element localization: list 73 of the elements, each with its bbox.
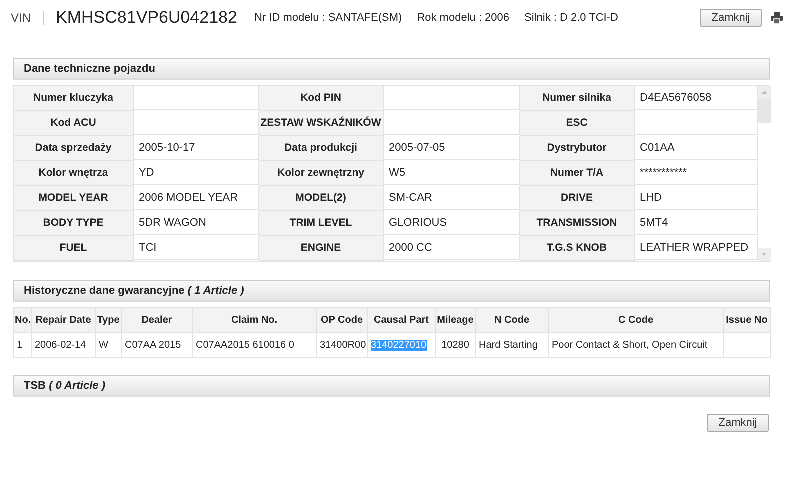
field-value: 5MT4	[635, 211, 758, 235]
field-value: ***********	[635, 161, 758, 185]
field-label: MODEL(2)	[259, 186, 384, 211]
field-value: D4EA5676058	[635, 86, 758, 110]
field-value: TCI	[134, 236, 259, 260]
field-value: YD	[134, 161, 259, 185]
column-header: Type	[96, 308, 122, 332]
field-label: Kolor zewnętrzny	[259, 161, 384, 186]
column-header: Dealer	[122, 308, 192, 332]
field-label: Dystrybutor	[520, 136, 635, 161]
column-header: OP Code	[316, 308, 368, 332]
field-value: SM-CAR	[384, 186, 520, 210]
section-title: Historyczne dane gwarancyjne ( 1 Article )	[24, 284, 244, 296]
field-label: Kolor wnętrza	[14, 161, 134, 186]
engine-info: Silnik : D 2.0 TCI-D	[524, 12, 618, 24]
field-label: BODY TYPE	[14, 211, 134, 236]
table-cell: 31400R00	[316, 332, 368, 358]
field-label: TRANSMISSION	[520, 211, 635, 236]
field-label: Kod PIN	[259, 86, 384, 111]
column-header: Causal Part	[368, 308, 436, 332]
field-value: 2000 CC	[384, 236, 520, 260]
table-cell: W	[96, 332, 122, 358]
section-title: Dane techniczne pojazdu	[24, 62, 156, 74]
field-label: Numer T/A	[520, 161, 635, 186]
field-label: DRIVE	[520, 186, 635, 211]
table-cell: C07AA2015 610016 0	[192, 332, 316, 358]
scroll-thumb[interactable]	[758, 99, 771, 123]
close-button[interactable]: Zamknij	[707, 414, 769, 432]
table-cell: 3140227010	[368, 332, 436, 358]
field-value: C01AA	[635, 136, 758, 160]
scroll-down-icon[interactable]	[758, 248, 771, 261]
column-header: Mileage	[436, 308, 476, 332]
field-value: W5	[384, 161, 520, 185]
scroll-up-icon[interactable]	[758, 86, 771, 99]
field-label: ENGINE	[259, 236, 384, 261]
field-label: ESC	[520, 111, 635, 136]
field-value: 2006 MODEL YEAR	[134, 186, 259, 210]
table-cell: Poor Contact & Short, Open Circuit	[548, 332, 724, 358]
field-value: 2005-10-17	[134, 136, 259, 160]
field-label: Data sprzedaży	[14, 136, 134, 161]
field-label: ZESTAW WSKAŹNIKÓW	[259, 111, 384, 136]
field-value: 5DR WAGON	[134, 211, 259, 235]
field-value: LHD	[635, 186, 758, 210]
model-id: Nr ID modelu : SANTAFE(SM)	[254, 12, 402, 24]
vin-number: KMHSC81VP6U042182	[56, 8, 238, 28]
field-label: TRIM LEVEL	[259, 211, 384, 236]
table-cell: 10280	[436, 332, 476, 358]
field-label: Kod ACU	[14, 111, 134, 136]
field-value: 2005-07-05	[384, 136, 520, 160]
field-label: Numer silnika	[520, 86, 635, 111]
field-label: MODEL YEAR	[14, 186, 134, 211]
vin-label: VIN	[11, 11, 44, 25]
field-label: Numer kluczyka	[14, 86, 134, 111]
close-button[interactable]: Zamknij	[700, 9, 762, 27]
column-header: N Code	[476, 308, 548, 332]
column-header: Claim No.	[192, 308, 316, 332]
field-value: GLORIOUS	[384, 211, 520, 235]
model-year: Rok modelu : 2006	[417, 12, 510, 24]
field-label: Data produkcji	[259, 136, 384, 161]
table-cell: Hard Starting	[476, 332, 548, 358]
print-icon[interactable]	[771, 12, 783, 24]
column-header: Issue No	[724, 308, 770, 332]
column-header: No.	[14, 308, 32, 332]
table-cell: 2006-02-14	[32, 332, 96, 358]
field-value: LEATHER WRAPPED	[635, 236, 758, 260]
table-cell: 1	[14, 332, 32, 358]
scrollbar[interactable]	[758, 86, 771, 261]
section-title: TSB ( 0 Article )	[24, 380, 106, 392]
field-label: T.G.S KNOB	[520, 236, 635, 261]
column-header: Repair Date	[32, 308, 96, 332]
column-header: C Code	[548, 308, 724, 332]
table-cell: C07AA 2015	[122, 332, 192, 358]
field-label: FUEL	[14, 236, 134, 261]
